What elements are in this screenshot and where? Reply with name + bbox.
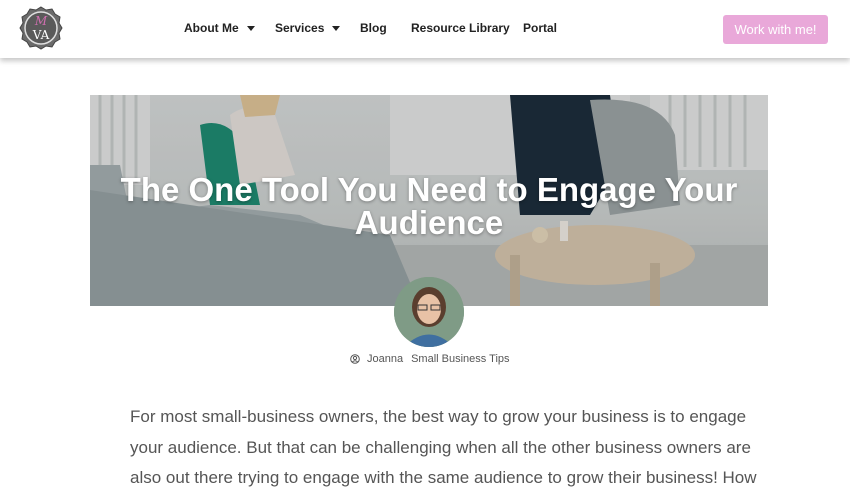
nav-label-about-me: About Me [184, 21, 239, 35]
post-title: The One Tool You Need to Engage Your Aud… [90, 173, 768, 239]
article-line: also out there trying to engage with the… [130, 468, 757, 487]
hero-banner: The One Tool You Need to Engage Your Aud… [90, 95, 768, 306]
nav-item-resource-library[interactable]: Resource Library [411, 21, 510, 35]
work-with-me-button[interactable]: Work with me! [723, 15, 828, 44]
nav-label-blog: Blog [360, 21, 387, 35]
nav-item-portal[interactable]: Portal [523, 21, 557, 35]
article-body: For most small-business owners, the best… [130, 402, 757, 494]
article-paragraph: For most small-business owners, the best… [130, 402, 757, 494]
chevron-down-icon [246, 25, 255, 31]
user-icon [350, 354, 360, 364]
chevron-down-icon [332, 25, 341, 31]
post-title-line1: The One Tool You Need to Engage Your [120, 171, 738, 208]
author-avatar [394, 277, 464, 347]
author-link[interactable]: Joanna [367, 353, 403, 365]
post-title-line2: Audience [354, 204, 504, 241]
article-line: For most small-business owners, the best… [130, 407, 747, 426]
nav-label-resource-library: Resource Library [411, 21, 510, 35]
nav-label-portal: Portal [523, 21, 558, 35]
nav-item-blog[interactable]: Blog [360, 21, 387, 35]
article-line: your audience. But that can be challengi… [130, 437, 751, 457]
site-header: M VA About Me Services Blog Resource Lib… [0, 0, 850, 58]
nav-item-about-me[interactable]: About Me [184, 21, 255, 35]
category-link[interactable]: Small Business Tips [411, 353, 509, 365]
nav-item-services[interactable]: Services [275, 21, 341, 35]
nav-label-services: Services [275, 21, 325, 35]
post-meta: Joanna Small Business Tips [350, 353, 510, 365]
